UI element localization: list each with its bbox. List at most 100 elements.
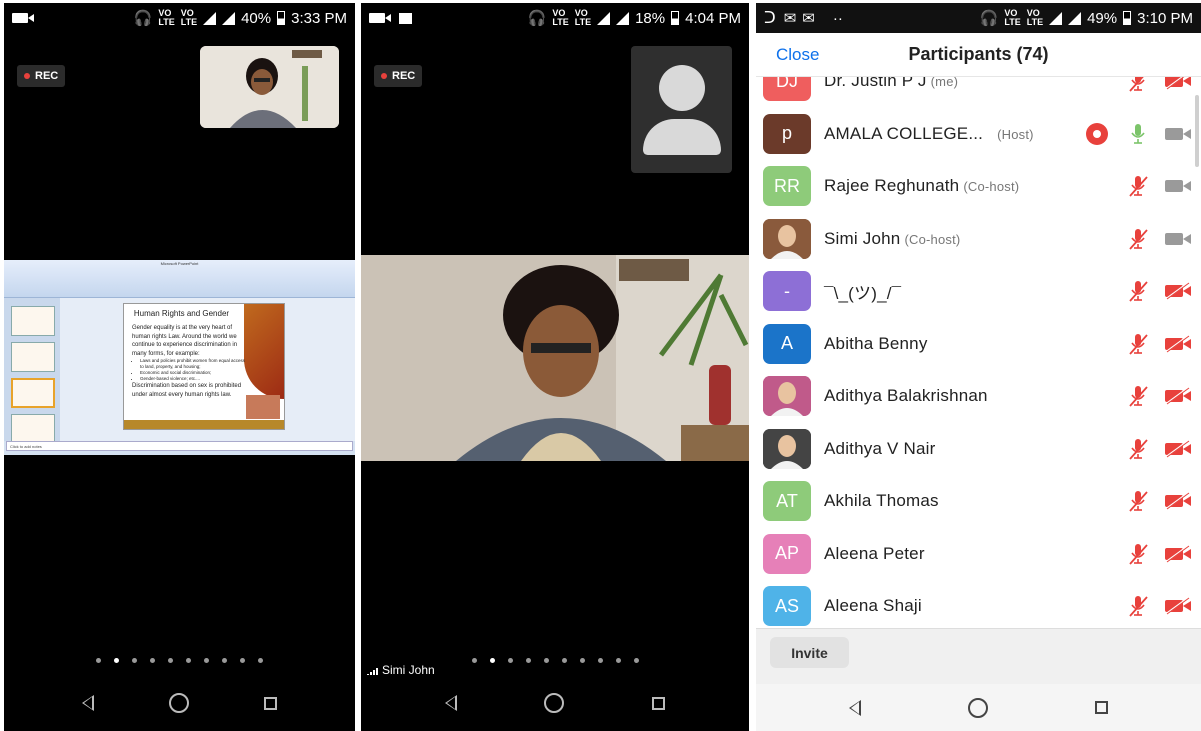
recording-icon xyxy=(1086,122,1108,145)
app-notification-icon: ᑐ xyxy=(764,10,776,27)
camera-on-icon[interactable] xyxy=(1164,230,1192,248)
participant-name: Akhila Thomas xyxy=(824,491,939,511)
back-icon[interactable] xyxy=(849,699,862,716)
back-icon[interactable] xyxy=(81,695,94,711)
mic-muted-icon[interactable] xyxy=(1128,543,1148,565)
slide-bullets: Laws and policies prohibit women from eq… xyxy=(132,358,250,382)
page-indicator[interactable] xyxy=(4,658,355,663)
rec-label: REC xyxy=(35,70,59,82)
participant-role: (Co-host) xyxy=(904,231,961,247)
more-notifications-icon: ·· xyxy=(832,9,843,27)
participant-name: Adithya V Nair xyxy=(824,439,935,459)
participant-avatar: p xyxy=(763,113,811,154)
slide-thumbnails xyxy=(4,298,60,444)
active-speaker-video[interactable] xyxy=(361,255,749,461)
participant-row[interactable]: AT Akhila Thomas xyxy=(756,475,1201,527)
participant-row[interactable]: - ¯\_(ツ)_/¯ xyxy=(756,265,1201,317)
participant-avatar xyxy=(763,428,811,469)
page-dot xyxy=(186,658,191,663)
camera-off-icon[interactable] xyxy=(1164,387,1192,405)
headphones-icon: 🎧 xyxy=(133,10,153,27)
camera-on-icon[interactable] xyxy=(1164,177,1192,195)
camera-off-icon[interactable] xyxy=(1164,492,1192,510)
participant-name-text: AMALA COLLEGE... xyxy=(824,123,984,143)
invite-button[interactable]: Invite xyxy=(770,637,849,668)
phone-screen-3: ᑐ ✉ ✉ ·· 🎧 VO LTE VO LTE 49% 3:10 PM DJ Dr.… xyxy=(756,3,1201,731)
signal-icon xyxy=(616,11,630,25)
volte-icon: VO LTE xyxy=(1004,8,1021,27)
page-dot-active xyxy=(489,658,495,663)
camera-off-icon[interactable] xyxy=(1164,334,1192,353)
slide-bullet: Laws and policies prohibit women from eq… xyxy=(140,358,250,370)
self-video-thumbnail[interactable] xyxy=(631,46,732,173)
participant-row[interactable]: p AMALA COLLEGE... (Host) xyxy=(756,108,1201,160)
participant-name-text: Akhila Thomas xyxy=(824,491,939,510)
page-dot xyxy=(597,658,603,663)
participant-row[interactable]: Adithya Balakrishnan xyxy=(756,370,1201,422)
participant-row[interactable]: AS Aleena Shaji xyxy=(756,580,1201,628)
phone-screen-1: 🎧 VO LTE VO LTE 40% 3:33 PM REC Microsoft … xyxy=(4,3,355,731)
self-video-thumbnail[interactable] xyxy=(200,46,339,128)
participant-name-text: Aleena Shaji xyxy=(824,596,922,615)
recent-apps-icon[interactable] xyxy=(652,696,666,710)
participant-name: Abitha Benny xyxy=(824,334,928,354)
slide-thumbnail xyxy=(11,306,55,336)
participant-role: (Host) xyxy=(997,126,1034,142)
powerpoint-title-bar: Microsoft PowerPoint xyxy=(160,261,199,266)
mic-muted-icon[interactable] xyxy=(1128,385,1148,407)
participant-row[interactable]: RR Rajee Reghunath (Co-host) xyxy=(756,160,1201,212)
page-dot xyxy=(543,658,549,663)
mic-muted-icon[interactable] xyxy=(1128,175,1148,197)
camera-off-icon[interactable] xyxy=(1164,544,1192,563)
camera-off-icon[interactable] xyxy=(1164,282,1192,300)
recent-apps-icon[interactable] xyxy=(264,696,278,710)
participant-name: Aleena Shaji xyxy=(824,596,922,616)
speaker-video-image xyxy=(361,255,749,461)
mic-on-icon[interactable] xyxy=(1128,123,1148,145)
participants-list[interactable]: DJ Dr. Justin P J (me) p AMALA COLLEGE... (Ho… xyxy=(756,65,1201,628)
page-dot xyxy=(579,658,585,663)
scrollbar[interactable] xyxy=(1195,95,1199,167)
participant-name-text: ¯\_(ツ)_/¯ xyxy=(824,283,902,303)
status-bar: ᑐ ✉ ✉ ·· 🎧 VO LTE VO LTE 49% 3:10 PM xyxy=(756,3,1201,33)
signal-icon xyxy=(203,11,217,25)
mic-muted-icon[interactable] xyxy=(1128,438,1148,460)
home-icon[interactable] xyxy=(168,693,189,713)
page-dot xyxy=(222,658,227,663)
participant-row[interactable]: Adithya V Nair xyxy=(756,423,1201,475)
default-avatar-icon xyxy=(659,65,705,111)
participant-name: ¯\_(ツ)_/¯ xyxy=(824,279,901,304)
current-slide: Human Rights and Gender Gender equality … xyxy=(123,303,285,430)
participant-row[interactable]: A Abitha Benny xyxy=(756,318,1201,370)
participant-name-text: Simi John xyxy=(824,228,901,248)
participant-avatar: A xyxy=(763,323,811,364)
participant-row[interactable]: AP Aleena Peter xyxy=(756,528,1201,580)
home-icon[interactable] xyxy=(967,697,988,718)
participant-avatar xyxy=(763,376,811,416)
home-icon[interactable] xyxy=(544,693,565,713)
participant-row[interactable]: Simi John (Co-host) xyxy=(756,213,1201,265)
participant-avatar: AT xyxy=(763,481,811,521)
volte-icon: VO LTE xyxy=(158,8,175,27)
recent-apps-icon[interactable] xyxy=(1094,701,1108,714)
mic-muted-icon[interactable] xyxy=(1128,333,1148,355)
mic-muted-icon[interactable] xyxy=(1128,595,1148,617)
participant-avatar: - xyxy=(763,271,811,311)
slide-thumbnail xyxy=(11,414,55,444)
mic-muted-icon[interactable] xyxy=(1128,280,1148,302)
video-camera-icon xyxy=(12,13,34,23)
rec-label: REC xyxy=(392,70,416,82)
mic-muted-icon[interactable] xyxy=(1128,490,1148,512)
shared-screen[interactable]: Microsoft PowerPoint Human Rights and Ge… xyxy=(4,260,355,455)
notes-pane[interactable]: Click to add notes xyxy=(6,441,353,451)
page-dot xyxy=(525,658,531,663)
page-dot xyxy=(471,658,477,663)
signal-icon xyxy=(222,11,236,25)
camera-off-icon[interactable] xyxy=(1164,439,1192,458)
camera-on-icon[interactable] xyxy=(1164,125,1192,143)
page-dot xyxy=(561,658,567,663)
page-dot xyxy=(633,658,639,663)
mic-muted-icon[interactable] xyxy=(1128,228,1148,250)
camera-off-icon[interactable] xyxy=(1164,597,1192,615)
back-icon[interactable] xyxy=(444,695,457,711)
